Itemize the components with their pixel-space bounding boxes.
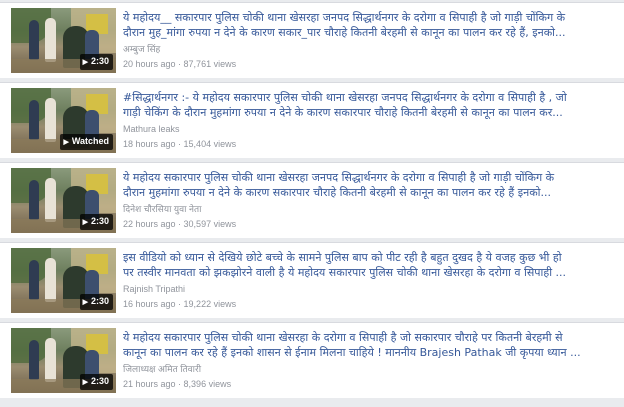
video-title-line1[interactable]: ये महोदय__ सकारपार पुलिस चोकी थाना खेसरह… <box>123 10 613 25</box>
video-row[interactable]: ▶ Watched #सिद्धार्थनगर :- ये महोदय सकारप… <box>0 82 624 158</box>
video-row[interactable]: ▶ 2:30 ये महोदय__ सकारपार पुलिस चोकी थाना… <box>0 2 624 78</box>
video-stats: 22 hours ago · 30,597 views <box>123 219 237 229</box>
video-title-line1[interactable]: इस वीडियो को ध्यान से देखिये छोटे बच्चे … <box>123 250 613 265</box>
play-icon: ▶ <box>82 59 88 66</box>
duration-text: 2:30 <box>90 56 109 66</box>
channel-name[interactable]: दिनेश चौरसिया युवा नेता <box>123 203 201 215</box>
video-stats: 16 hours ago · 19,222 views <box>123 299 237 309</box>
play-icon: ▶ <box>82 219 88 226</box>
video-title-line2[interactable]: दौरान मुहमांगा रुपया न देने के कारण सकार… <box>123 185 613 200</box>
video-title-line2[interactable]: गाड़ी चेकिंग के दौरान मुहमांगा रुपया न द… <box>123 105 613 120</box>
video-title[interactable]: इस वीडियो को ध्यान से देखिये छोटे बच्चे … <box>123 250 613 280</box>
view-count: 19,222 views <box>183 299 237 309</box>
upload-time: 20 hours ago <box>123 59 176 69</box>
upload-time: 22 hours ago <box>123 219 176 229</box>
video-thumbnail[interactable]: ▶ 2:30 <box>11 248 116 313</box>
watched-badge: ▶ Watched <box>60 134 113 150</box>
duration-text: 2:30 <box>90 296 109 306</box>
play-icon: ▶ <box>82 379 88 386</box>
channel-name[interactable]: Mathura leaks <box>123 123 180 135</box>
video-title-line2[interactable]: दौरान मुह_मांगा रुपया न देने के कारण सका… <box>123 25 613 40</box>
view-count: 8,396 views <box>183 379 232 389</box>
video-thumbnail[interactable]: ▶ Watched <box>11 88 116 153</box>
video-title[interactable]: ये महोदय__ सकारपार पुलिस चोकी थाना खेसरह… <box>123 10 613 40</box>
video-title-line1[interactable]: ये महोदय सकारपार पुलिस चोकी थाना खेसरहा … <box>123 330 613 345</box>
video-title-line1[interactable]: ये महोदय सकारपार पुलिस चोकी थाना खेसरहा … <box>123 170 613 185</box>
duration-text: 2:30 <box>90 216 109 226</box>
view-count: 87,761 views <box>183 59 237 69</box>
play-icon: ▶ <box>63 139 69 146</box>
duration-badge: ▶ 2:30 <box>79 374 113 390</box>
duration-badge: ▶ 2:30 <box>79 54 113 70</box>
video-thumbnail[interactable]: ▶ 2:30 <box>11 8 116 73</box>
video-row[interactable]: ▶ 2:30 ये महोदय सकारपार पुलिस चोकी थाना ख… <box>0 322 624 398</box>
play-icon: ▶ <box>82 299 88 306</box>
duration-badge: ▶ 2:30 <box>79 214 113 230</box>
upload-time: 16 hours ago <box>123 299 176 309</box>
video-stats: 18 hours ago · 15,404 views <box>123 139 237 149</box>
video-row[interactable]: ▶ 2:30 ये महोदय सकारपार पुलिस चोकी थाना ख… <box>0 162 624 238</box>
video-results-list: ▶ 2:30 ये महोदय__ सकारपार पुलिस चोकी थाना… <box>0 0 624 407</box>
view-count: 15,404 views <box>183 139 237 149</box>
video-title-line2[interactable]: पर तस्वीर मानवता को झकझोरने वाली है ये म… <box>123 265 613 280</box>
upload-time: 21 hours ago <box>123 379 176 389</box>
video-row[interactable]: ▶ 2:30 इस वीडियो को ध्यान से देखिये छोटे … <box>0 242 624 318</box>
video-stats: 21 hours ago · 8,396 views <box>123 379 232 389</box>
channel-name[interactable]: Rajnish Tripathi <box>123 283 185 295</box>
video-title-line1[interactable]: #सिद्धार्थनगर :- ये महोदय सकारपार पुलिस … <box>123 90 613 105</box>
video-thumbnail[interactable]: ▶ 2:30 <box>11 168 116 233</box>
video-title[interactable]: ये महोदय सकारपार पुलिस चोकी थाना खेसरहा … <box>123 330 613 360</box>
upload-time: 18 hours ago <box>123 139 176 149</box>
channel-name[interactable]: अम्बुज सिंह <box>123 43 160 55</box>
watched-text: Watched <box>71 136 109 146</box>
view-count: 30,597 views <box>183 219 237 229</box>
video-thumbnail[interactable]: ▶ 2:30 <box>11 328 116 393</box>
video-title-line2[interactable]: कानून का पालन कर रहे हैं इनको शासन से ईन… <box>123 345 613 360</box>
video-stats: 20 hours ago · 87,761 views <box>123 59 237 69</box>
channel-name[interactable]: जिलाध्यक्ष अमित तिवारी <box>123 363 201 375</box>
duration-text: 2:30 <box>90 376 109 386</box>
video-title[interactable]: ये महोदय सकारपार पुलिस चोकी थाना खेसरहा … <box>123 170 613 200</box>
duration-badge: ▶ 2:30 <box>79 294 113 310</box>
video-title[interactable]: #सिद्धार्थनगर :- ये महोदय सकारपार पुलिस … <box>123 90 613 120</box>
